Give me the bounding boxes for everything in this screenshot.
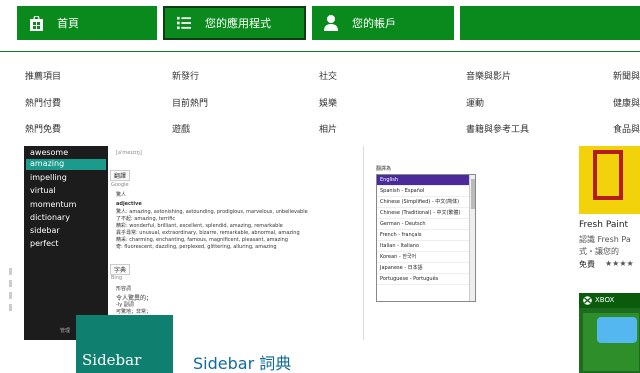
category-top-free[interactable]: 熱門免費 [25,122,61,135]
fresh-paint-price: 免費 [579,260,595,269]
xbox-icon [583,296,592,305]
manage-label: 管理 [60,328,71,334]
word-list-panel: awesome amazing impelling virtual moment… [24,146,108,340]
nav-home-tile[interactable]: 首頁 [17,6,157,40]
google-source: Google [111,182,129,188]
category-books-reference[interactable]: 書籍與參考工具 [466,122,529,135]
category-sports[interactable]: 運動 [466,96,484,109]
category-music-video[interactable]: 音樂與影片 [466,69,511,82]
category-trending[interactable]: 目前熱門 [172,96,208,109]
language-item[interactable]: Portuguese - Português [377,274,475,285]
synonym-line: 了不起: amazing, terrific [116,216,176,222]
xbox-banner: XBOX [579,293,640,308]
list-icon [177,15,191,31]
user-icon [324,15,338,31]
store-bag-icon [29,15,43,31]
word-item: impelling [30,173,67,182]
nav-my-account-label: 您的帳戶 [352,17,396,30]
fresh-paint-name[interactable]: Fresh Paint [579,220,628,230]
fresh-paint-description-2: 式・讓您的 [579,247,619,256]
paint-frame-icon [593,150,623,200]
page-indicator [9,268,12,324]
language-item[interactable]: French - français [377,230,475,241]
language-item[interactable]: Chinese (Traditional) - 中文(繁體) [377,208,475,219]
app-logo-title: Sidebar [82,351,142,369]
synonym-line: 奇: fluorescent, dazzling, perplexed, gli… [116,244,277,250]
bing-source: Bing [111,275,123,281]
language-list[interactable]: English Spanish - Español Chinese (Simpl… [376,174,476,302]
category-news[interactable]: 新聞與 [613,69,640,82]
language-scrollbar[interactable] [469,175,475,301]
fresh-paint-image[interactable] [579,146,640,214]
category-food[interactable]: 食品與 [613,122,640,135]
nav-my-apps-tile[interactable]: 您的應用程式 [163,6,306,40]
app-logo-tile[interactable]: Sidebar [76,315,173,373]
xbox-game-tile[interactable]: XBOX [579,293,640,373]
rating-stars-icon: ★★★★ [605,259,634,268]
word-item: dictionary [30,213,70,222]
app-screenshot[interactable]: awesome amazing impelling virtual moment… [24,146,476,340]
dict-ly: -ly 副詞 [116,302,134,308]
part-of-speech: adjective [116,201,142,207]
language-item-selected[interactable]: English [377,175,475,186]
language-item[interactable]: Korean - 한국어 [377,252,475,263]
category-photo[interactable]: 相片 [319,122,337,135]
fresh-paint-description: 認識 Fresh Pa [579,235,631,244]
language-item[interactable]: Chinese (Simplified) - 中文(简体) [377,197,475,208]
translation-text: 驚人 [116,192,127,198]
language-item[interactable]: German - Deutsch [377,219,475,230]
xbox-label: XBOX [595,296,615,304]
category-health[interactable]: 健康與 [613,96,640,109]
synonym-line: 精采: charming, enchanting, famous, magnif… [116,237,288,243]
app-title-link[interactable]: Sidebar 詞典 [193,350,291,373]
word-item: virtual [30,186,56,195]
language-item[interactable]: Spanish - Español [377,186,475,197]
word-item: awesome [30,148,69,157]
synonym-line: 驚人: amazing, astonishing, astounding, pr… [116,209,308,215]
synonym-line: 精彩: wonderful, brilliant, excellent, spl… [116,223,283,229]
dict-ly-definition: 可驚地；非常； [116,309,152,315]
translate-section-header: 翻譯 [110,170,131,181]
nav-my-account-tile[interactable]: 您的帳戶 [312,6,454,40]
dict-pos: 形容詞 [116,286,132,292]
category-menu: 推薦項目 熱門付費 熱門免費 新發行 目前熱門 遊戲 社交 娛樂 相片 音樂與影… [0,53,640,146]
top-navigation: 首頁 您的應用程式 您的帳戶 [0,0,640,52]
category-top-paid[interactable]: 熱門付費 [25,96,61,109]
nav-my-apps-label: 您的應用程式 [205,17,271,30]
language-item[interactable]: Japanese - 日本語 [377,263,475,274]
language-item[interactable]: Italian - Italiano [377,241,475,252]
definition-panel: [a'meɪzɪŋ] 翻譯 Google 驚人 adjective 驚人: am… [108,146,363,340]
translate-to-label: 翻譯為 [376,166,392,172]
nav-extra-tile[interactable] [460,6,640,40]
category-games[interactable]: 遊戲 [172,122,190,135]
dictionary-section-header: 字典 [110,264,131,275]
game-artwork [583,313,639,371]
pronunciation: [a'meɪzɪŋ] [116,150,142,156]
category-featured[interactable]: 推薦項目 [25,69,61,82]
synonym-line: 異乎尋常: unusual, extraordinary, bizarre, r… [116,230,300,236]
category-social[interactable]: 社交 [319,69,337,82]
nav-home-label: 首頁 [57,17,79,30]
word-item: momentum [30,200,77,209]
word-item-selected: amazing [26,159,106,170]
word-item: sidebar [30,226,60,235]
category-new-releases[interactable]: 新發行 [172,69,199,82]
word-item: perfect [30,239,59,248]
language-panel: 翻譯為 English Spanish - Español Chinese (S… [363,146,476,340]
category-entertainment[interactable]: 娛樂 [319,96,337,109]
